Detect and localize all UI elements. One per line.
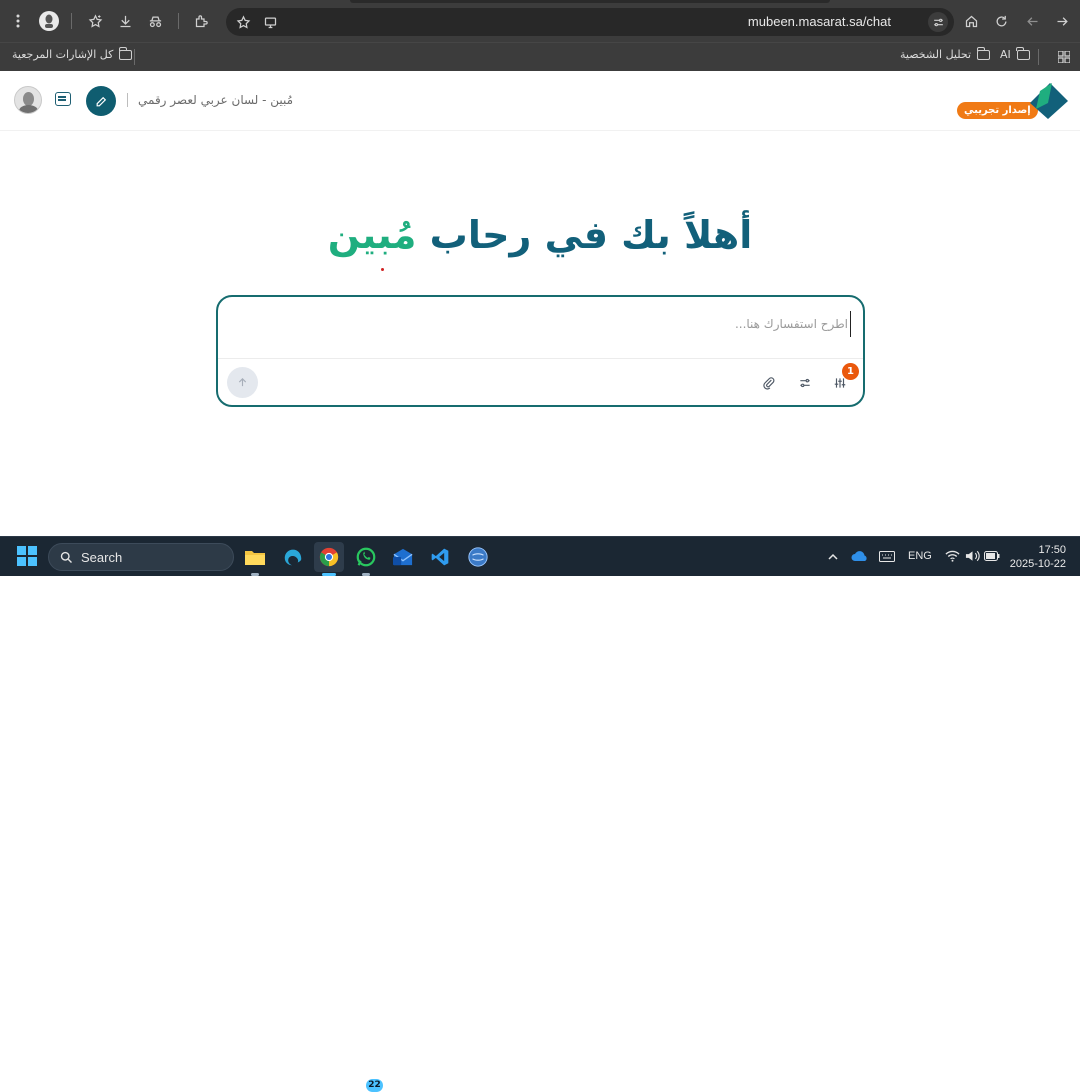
paperclip-icon xyxy=(763,377,775,390)
clock-date: 2025-10-22 xyxy=(1009,558,1066,570)
chrome-icon[interactable] xyxy=(314,542,344,576)
file-explorer-icon[interactable] xyxy=(240,542,270,576)
app-title: مُبين - لسان عربي لعصر رقمي xyxy=(138,93,294,107)
battery-icon[interactable] xyxy=(983,548,1001,564)
taskbar-search[interactable]: Search xyxy=(48,543,234,571)
bookmarks-bar: كل الإشارات المرجعية تحليل الشخصية AI xyxy=(0,42,1080,71)
chat-input-box: 1 xyxy=(216,295,865,407)
arrow-up-icon xyxy=(238,378,247,387)
browser-toolbar: mubeen.masarat.sa/chat xyxy=(0,0,1080,42)
chatbox-divider xyxy=(218,358,863,359)
url-text[interactable]: mubeen.masarat.sa/chat xyxy=(748,14,891,29)
outlook-icon[interactable] xyxy=(388,542,418,572)
query-input[interactable] xyxy=(251,311,851,337)
volume-icon[interactable] xyxy=(963,548,981,564)
mubeen-logo[interactable] xyxy=(1028,81,1070,121)
settings-toggle-button[interactable] xyxy=(795,373,815,393)
bookmarks-star-icon[interactable] xyxy=(86,12,104,30)
system-clock[interactable]: 17:50 2025-10-22 xyxy=(1010,543,1066,571)
address-bar[interactable]: mubeen.masarat.sa/chat xyxy=(226,8,954,36)
chevron-up-icon[interactable] xyxy=(826,549,840,563)
site-settings-icon[interactable] xyxy=(928,12,948,32)
windows-start-icon[interactable] xyxy=(17,546,37,566)
download-icon[interactable] xyxy=(116,12,134,30)
bookmark-star-icon[interactable] xyxy=(235,14,251,30)
bookmark-label: كل الإشارات المرجعية xyxy=(12,48,114,61)
profile-avatar-icon[interactable] xyxy=(39,11,59,31)
user-avatar[interactable] xyxy=(14,86,42,114)
bookmark-label: AI xyxy=(1000,48,1011,61)
wifi-icon[interactable] xyxy=(943,548,961,564)
decorative-dot xyxy=(381,268,384,271)
clock-time: 17:50 xyxy=(1038,544,1066,556)
bookmark-folder-personality[interactable]: تحليل الشخصية xyxy=(900,46,991,61)
extensions-puzzle-icon[interactable] xyxy=(192,12,210,30)
toolbar-separator xyxy=(178,13,179,29)
tab-strip xyxy=(350,0,830,3)
whatsapp-icon[interactable] xyxy=(351,542,381,576)
forward-icon[interactable] xyxy=(1053,12,1071,30)
edge-icon[interactable] xyxy=(278,542,308,572)
keyboard-icon[interactable] xyxy=(878,548,896,564)
beta-badge: إصدار تجريبي xyxy=(957,102,1038,119)
globe-app-icon[interactable] xyxy=(463,542,493,572)
header-divider xyxy=(127,93,128,107)
back-icon[interactable] xyxy=(1023,12,1041,30)
search-icon xyxy=(60,551,72,563)
onedrive-cloud-icon[interactable] xyxy=(850,548,870,564)
folder-icon xyxy=(976,46,991,60)
whatsapp-badge: 22 xyxy=(366,1079,383,1092)
filters-count-badge: 1 xyxy=(842,363,859,380)
taskbar: Search 22 ENG 17:50 2025-10-22 xyxy=(0,536,1080,1092)
bookmark-label: تحليل الشخصية xyxy=(900,48,972,61)
sliders-toggle-icon xyxy=(800,378,810,388)
new-chat-button[interactable] xyxy=(86,86,116,116)
kebab-menu-icon[interactable] xyxy=(10,13,26,29)
send-button[interactable] xyxy=(227,367,258,398)
vscode-icon[interactable] xyxy=(425,542,455,572)
bookmarks-separator xyxy=(1038,49,1039,65)
edit-icon xyxy=(96,96,106,106)
welcome-headline: أهلاً بك في رحاب مُبين xyxy=(0,210,1080,260)
bookmarks-separator xyxy=(134,49,135,65)
app-header: مُبين - لسان عربي لعصر رقمي إصدار تجريبي xyxy=(0,71,1080,131)
input-language[interactable]: ENG xyxy=(908,550,932,562)
cast-icon[interactable] xyxy=(262,14,278,30)
reload-icon[interactable] xyxy=(992,12,1010,30)
apps-grid-icon[interactable] xyxy=(1056,49,1072,65)
home-icon[interactable] xyxy=(962,12,980,30)
incognito-icon[interactable] xyxy=(146,12,164,30)
headline-brand: مُبين xyxy=(327,213,417,257)
bookmark-folder-all[interactable]: كل الإشارات المرجعية xyxy=(12,46,133,61)
toolbar-separator xyxy=(71,13,72,29)
headline-greeting: أهلاً بك في رحاب xyxy=(429,213,753,257)
folder-icon xyxy=(118,46,133,60)
search-label: Search xyxy=(81,550,123,565)
folder-icon xyxy=(1016,46,1030,60)
attach-button[interactable] xyxy=(759,373,779,393)
bookmark-folder-ai[interactable]: AI xyxy=(1000,46,1030,61)
chat-history-icon[interactable] xyxy=(55,92,71,106)
